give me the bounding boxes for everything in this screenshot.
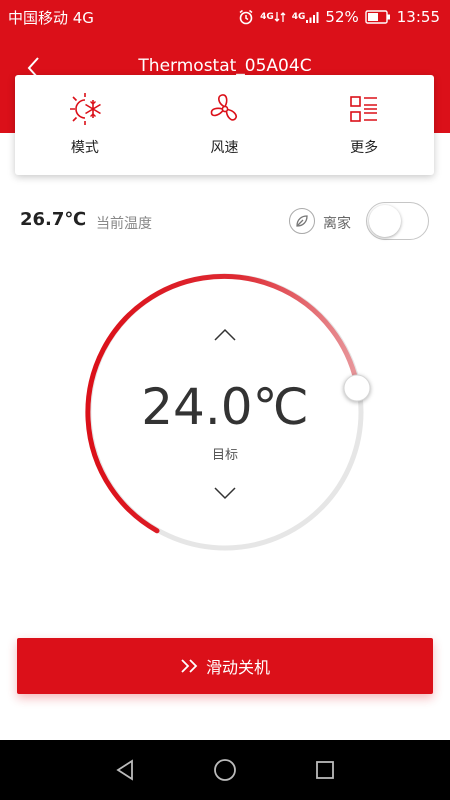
target-label: 目标 bbox=[211, 448, 238, 463]
away-toggle[interactable] bbox=[366, 202, 429, 240]
mode-sun-snowflake-icon bbox=[67, 91, 103, 127]
dial-handle[interactable] bbox=[343, 374, 371, 402]
carrier-label: 中国移动 4G bbox=[8, 9, 94, 27]
nav-back-button[interactable] bbox=[105, 750, 145, 790]
nav-home-button[interactable] bbox=[205, 750, 245, 790]
network-4g-label-2: 4G bbox=[291, 11, 306, 22]
double-chevron-right-icon bbox=[181, 659, 198, 673]
fan-icon bbox=[207, 91, 243, 127]
fan-speed-button[interactable]: 风速 bbox=[155, 75, 295, 175]
network-4g-label: 4G bbox=[260, 11, 274, 22]
status-bar: 中国移动 4G 4G 4G 52% 13:55 bbox=[0, 0, 450, 33]
alarm-icon bbox=[238, 9, 254, 25]
system-nav-bar bbox=[0, 740, 450, 800]
decrease-temp-button[interactable] bbox=[210, 484, 240, 506]
circle-home-icon bbox=[214, 759, 236, 781]
target-temperature: 24.0℃ bbox=[141, 378, 309, 436]
increase-temp-button[interactable] bbox=[210, 326, 240, 348]
away-toggle-knob bbox=[369, 205, 401, 237]
square-recents-icon bbox=[316, 761, 334, 779]
power-off-label: 滑动关机 bbox=[205, 658, 270, 677]
battery-icon bbox=[365, 10, 391, 24]
mode-button[interactable]: 模式 bbox=[15, 75, 155, 175]
fan-speed-label: 风速 bbox=[210, 140, 239, 156]
chevron-down-icon bbox=[214, 487, 236, 500]
battery-percent: 52% bbox=[325, 8, 359, 26]
slide-to-power-off-button[interactable]: 滑动关机 bbox=[17, 638, 433, 694]
network-4g-icon: 4G bbox=[260, 10, 286, 24]
clock: 13:55 bbox=[396, 8, 440, 26]
nav-recents-button[interactable] bbox=[305, 750, 345, 790]
more-label: 更多 bbox=[350, 140, 379, 156]
signal-icon: 4G bbox=[292, 10, 320, 24]
mode-label: 模式 bbox=[70, 140, 99, 156]
current-temperature: 26.7℃ bbox=[20, 209, 87, 230]
triangle-back-icon bbox=[116, 759, 133, 781]
more-list-icon bbox=[346, 91, 382, 127]
more-button[interactable]: 更多 bbox=[294, 75, 434, 175]
page-title: Thermostat_05A04C bbox=[138, 56, 312, 76]
control-menu-card: 模式 风速 更多 bbox=[15, 75, 434, 175]
leaf-icon bbox=[289, 208, 315, 234]
current-temperature-label: 当前温度 bbox=[96, 216, 152, 232]
away-label: 离家 bbox=[323, 216, 351, 232]
chevron-up-icon bbox=[214, 328, 236, 341]
